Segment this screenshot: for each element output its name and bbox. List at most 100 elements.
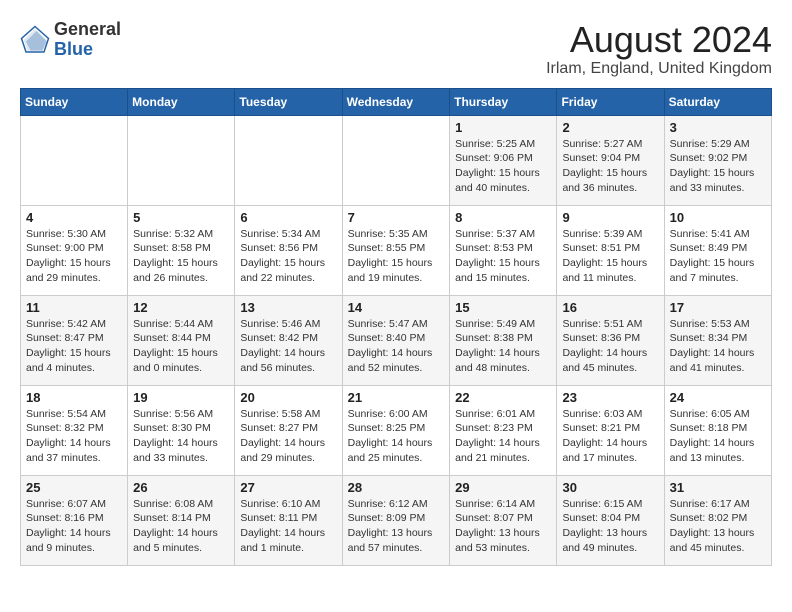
calendar-week-row: 1 Sunrise: 5:25 AM Sunset: 9:06 PM Daylig… [21,115,772,205]
page-header: General Blue August 2024 Irlam, England,… [20,20,772,78]
calendar-cell: 30 Sunrise: 6:15 AM Sunset: 8:04 PM Dayli… [557,475,664,565]
day-detail: Sunrise: 6:03 AM Sunset: 8:21 PM Dayligh… [562,407,658,466]
calendar-cell: 2Sunrise: 5:27 AM Sunset: 9:04 PM Daylig… [557,115,664,205]
day-detail: Sunrise: 5:27 AM Sunset: 9:04 PM Dayligh… [562,137,658,196]
calendar-cell [235,115,342,205]
day-number: 13 [240,300,336,315]
day-number: 25 [26,480,122,495]
day-detail: Sunrise: 5:49 AM Sunset: 8:38 PM Dayligh… [455,317,551,376]
day-number: 16 [562,300,658,315]
location: Irlam, England, United Kingdom [546,60,772,78]
calendar-cell: 17 Sunrise: 5:53 AM Sunset: 8:34 PM Dayli… [664,295,771,385]
day-number: 22 [455,390,551,405]
day-number: 6 [240,210,336,225]
calendar-cell: 6Sunrise: 5:34 AM Sunset: 8:56 PM Daylig… [235,205,342,295]
calendar-cell: 16 Sunrise: 5:51 AM Sunset: 8:36 PM Dayli… [557,295,664,385]
weekday-header: Monday [128,88,235,115]
day-detail: Sunrise: 5:29 AM Sunset: 9:02 PM Dayligh… [670,137,766,196]
weekday-header: Thursday [450,88,557,115]
weekday-header-row: SundayMondayTuesdayWednesdayThursdayFrid… [21,88,772,115]
day-detail: Sunrise: 6:15 AM Sunset: 8:04 PM Dayligh… [562,497,658,556]
calendar-cell: 29 Sunrise: 6:14 AM Sunset: 8:07 PM Dayli… [450,475,557,565]
calendar-cell [128,115,235,205]
day-number: 11 [26,300,122,315]
weekday-header: Sunday [21,88,128,115]
day-detail: Sunrise: 6:14 AM Sunset: 8:07 PM Dayligh… [455,497,551,556]
day-detail: Sunrise: 5:44 AM Sunset: 8:44 PM Dayligh… [133,317,229,376]
calendar-cell: 28Sunrise: 6:12 AM Sunset: 8:09 PM Dayli… [342,475,450,565]
day-number: 19 [133,390,229,405]
day-detail: Sunrise: 5:54 AM Sunset: 8:32 PM Dayligh… [26,407,122,466]
day-number: 18 [26,390,122,405]
day-number: 26 [133,480,229,495]
day-detail: Sunrise: 5:41 AM Sunset: 8:49 PM Dayligh… [670,227,766,286]
weekday-header: Friday [557,88,664,115]
day-number: 3 [670,120,766,135]
day-detail: Sunrise: 6:17 AM Sunset: 8:02 PM Dayligh… [670,497,766,556]
calendar-cell: 26Sunrise: 6:08 AM Sunset: 8:14 PM Dayli… [128,475,235,565]
day-detail: Sunrise: 5:25 AM Sunset: 9:06 PM Dayligh… [455,137,551,196]
calendar-cell: 9 Sunrise: 5:39 AM Sunset: 8:51 PM Daylig… [557,205,664,295]
calendar-cell: 10 Sunrise: 5:41 AM Sunset: 8:49 PM Dayli… [664,205,771,295]
day-detail: Sunrise: 6:01 AM Sunset: 8:23 PM Dayligh… [455,407,551,466]
day-detail: Sunrise: 5:39 AM Sunset: 8:51 PM Dayligh… [562,227,658,286]
calendar-cell: 12 Sunrise: 5:44 AM Sunset: 8:44 PM Dayli… [128,295,235,385]
day-number: 14 [348,300,445,315]
day-detail: Sunrise: 5:58 AM Sunset: 8:27 PM Dayligh… [240,407,336,466]
calendar-table: SundayMondayTuesdayWednesdayThursdayFrid… [20,88,772,566]
day-detail: Sunrise: 5:53 AM Sunset: 8:34 PM Dayligh… [670,317,766,376]
calendar-cell: 22 Sunrise: 6:01 AM Sunset: 8:23 PM Dayli… [450,385,557,475]
calendar-week-row: 4Sunrise: 5:30 AM Sunset: 9:00 PM Daylig… [21,205,772,295]
day-detail: Sunrise: 5:51 AM Sunset: 8:36 PM Dayligh… [562,317,658,376]
calendar-cell: 25 Sunrise: 6:07 AM Sunset: 8:16 PM Dayli… [21,475,128,565]
calendar-cell: 7Sunrise: 5:35 AM Sunset: 8:55 PM Daylig… [342,205,450,295]
calendar-cell: 18 Sunrise: 5:54 AM Sunset: 8:32 PM Dayli… [21,385,128,475]
day-number: 9 [562,210,658,225]
day-detail: Sunrise: 5:47 AM Sunset: 8:40 PM Dayligh… [348,317,445,376]
day-detail: Sunrise: 5:42 AM Sunset: 8:47 PM Dayligh… [26,317,122,376]
day-number: 17 [670,300,766,315]
calendar-cell: 13 Sunrise: 5:46 AM Sunset: 8:42 PM Dayli… [235,295,342,385]
title-block: August 2024 Irlam, England, United Kingd… [546,20,772,78]
calendar-week-row: 25 Sunrise: 6:07 AM Sunset: 8:16 PM Dayli… [21,475,772,565]
day-detail: Sunrise: 6:12 AM Sunset: 8:09 PM Dayligh… [348,497,445,556]
logo-text: General Blue [54,20,121,60]
day-number: 15 [455,300,551,315]
calendar-cell: 19 Sunrise: 5:56 AM Sunset: 8:30 PM Dayli… [128,385,235,475]
calendar-cell: 5Sunrise: 5:32 AM Sunset: 8:58 PM Daylig… [128,205,235,295]
day-number: 27 [240,480,336,495]
day-number: 20 [240,390,336,405]
calendar-cell: 23 Sunrise: 6:03 AM Sunset: 8:21 PM Dayli… [557,385,664,475]
month-year: August 2024 [546,20,772,60]
calendar-cell: 4Sunrise: 5:30 AM Sunset: 9:00 PM Daylig… [21,205,128,295]
calendar-cell: 21 Sunrise: 6:00 AM Sunset: 8:25 PM Dayli… [342,385,450,475]
day-number: 1 [455,120,551,135]
logo-icon [20,25,50,55]
day-number: 29 [455,480,551,495]
day-number: 12 [133,300,229,315]
day-detail: Sunrise: 6:05 AM Sunset: 8:18 PM Dayligh… [670,407,766,466]
day-detail: Sunrise: 6:00 AM Sunset: 8:25 PM Dayligh… [348,407,445,466]
day-detail: Sunrise: 6:07 AM Sunset: 8:16 PM Dayligh… [26,497,122,556]
day-number: 5 [133,210,229,225]
day-detail: Sunrise: 5:46 AM Sunset: 8:42 PM Dayligh… [240,317,336,376]
day-detail: Sunrise: 5:56 AM Sunset: 8:30 PM Dayligh… [133,407,229,466]
calendar-cell: 1 Sunrise: 5:25 AM Sunset: 9:06 PM Daylig… [450,115,557,205]
calendar-week-row: 18 Sunrise: 5:54 AM Sunset: 8:32 PM Dayli… [21,385,772,475]
day-detail: Sunrise: 5:37 AM Sunset: 8:53 PM Dayligh… [455,227,551,286]
logo-blue: Blue [54,40,121,60]
calendar-cell [21,115,128,205]
logo-general: General [54,20,121,40]
day-number: 10 [670,210,766,225]
day-number: 30 [562,480,658,495]
weekday-header: Tuesday [235,88,342,115]
day-number: 21 [348,390,445,405]
calendar-cell: 24Sunrise: 6:05 AM Sunset: 8:18 PM Dayli… [664,385,771,475]
calendar-week-row: 11 Sunrise: 5:42 AM Sunset: 8:47 PM Dayli… [21,295,772,385]
calendar-cell: 3 Sunrise: 5:29 AM Sunset: 9:02 PM Daylig… [664,115,771,205]
weekday-header: Wednesday [342,88,450,115]
day-number: 23 [562,390,658,405]
weekday-header: Saturday [664,88,771,115]
calendar-cell [342,115,450,205]
calendar-cell: 8Sunrise: 5:37 AM Sunset: 8:53 PM Daylig… [450,205,557,295]
